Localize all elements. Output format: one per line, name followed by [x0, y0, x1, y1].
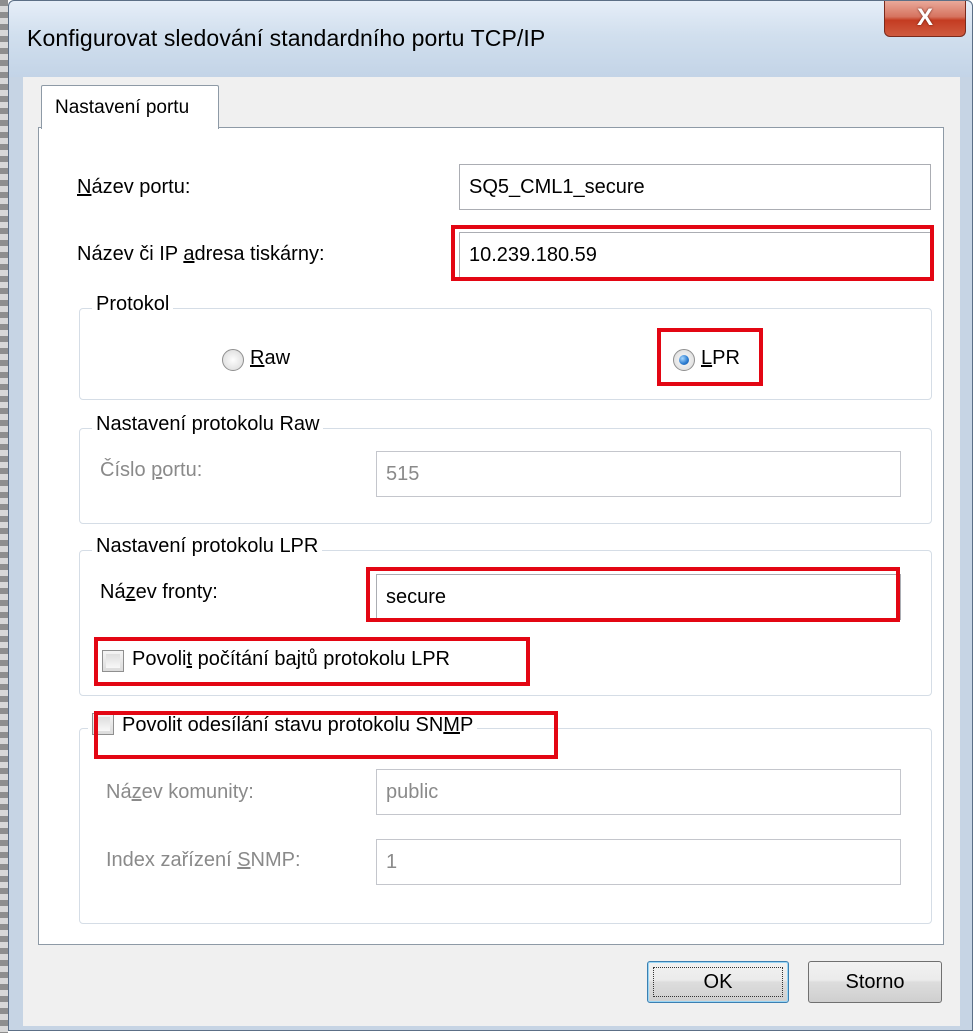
queue-name-input[interactable]: secure	[376, 574, 901, 620]
dialog-window: Konfigurovat sledování standardního port…	[8, 0, 973, 1031]
background-edge	[0, 0, 8, 1033]
dialog-client-area: Nastavení portu Název portu: SQ5_CML1_se…	[23, 77, 960, 1026]
raw-port-number-input[interactable]: 515	[376, 451, 901, 497]
snmp-enable-label[interactable]: Povolit odesílání stavu protokolu SNMP	[122, 714, 473, 736]
snmp-legend: Povolit odesílání stavu protokolu SNMP	[88, 713, 478, 737]
snmp-group: Povolit odesílání stavu protokolu SNMP N…	[79, 713, 932, 924]
snmp-device-index-input[interactable]: 1	[376, 839, 901, 885]
raw-radio-label[interactable]: Raw	[250, 347, 290, 370]
tab-port-settings[interactable]: Nastavení portu	[41, 85, 219, 129]
queue-name-label: Název fronty:	[100, 581, 218, 603]
community-name-label: Název komunity:	[106, 781, 254, 803]
snmp-device-index-label: Index zařízení SNMP:	[106, 849, 301, 871]
close-icon: X	[916, 4, 933, 31]
raw-settings-group: Nastavení protokolu Raw Číslo portu: 515	[79, 413, 932, 524]
lpr-radio-label[interactable]: LPR	[701, 347, 740, 370]
printer-address-input[interactable]: 10.239.180.59	[459, 232, 931, 278]
lpr-byte-count-checkbox[interactable]	[102, 650, 124, 672]
tab-panel: Název portu: SQ5_CML1_secure Název či IP…	[38, 127, 944, 945]
raw-radio[interactable]	[222, 349, 244, 371]
raw-port-number-label: Číslo portu:	[100, 459, 203, 481]
focus-rect	[653, 967, 783, 997]
cancel-button[interactable]: Storno	[808, 961, 942, 1003]
community-name-input[interactable]: public	[376, 769, 901, 815]
ok-button[interactable]: OK	[647, 961, 789, 1003]
printer-address-label: Název či IP adresa tiskárny:	[77, 243, 325, 265]
window-title: Konfigurovat sledování standardního port…	[27, 25, 546, 51]
port-name-label: Název portu:	[77, 176, 191, 198]
raw-settings-legend: Nastavení protokolu Raw	[92, 413, 324, 436]
title-bar[interactable]: Konfigurovat sledování standardního port…	[9, 1, 972, 77]
close-button[interactable]: X	[884, 1, 966, 37]
lpr-byte-count-label[interactable]: Povolit počítání bajtů protokolu LPR	[132, 648, 450, 671]
protocol-legend: Protokol	[92, 293, 174, 316]
tab-label: Nastavení portu	[55, 97, 190, 118]
lpr-radio[interactable]	[673, 349, 695, 371]
lpr-settings-legend: Nastavení protokolu LPR	[92, 535, 323, 558]
protocol-group: Protokol Raw LPR	[79, 293, 932, 400]
snmp-enable-checkbox[interactable]	[92, 713, 114, 735]
port-name-input[interactable]: SQ5_CML1_secure	[459, 164, 931, 210]
lpr-settings-group: Nastavení protokolu LPR Název fronty: se…	[79, 535, 932, 696]
